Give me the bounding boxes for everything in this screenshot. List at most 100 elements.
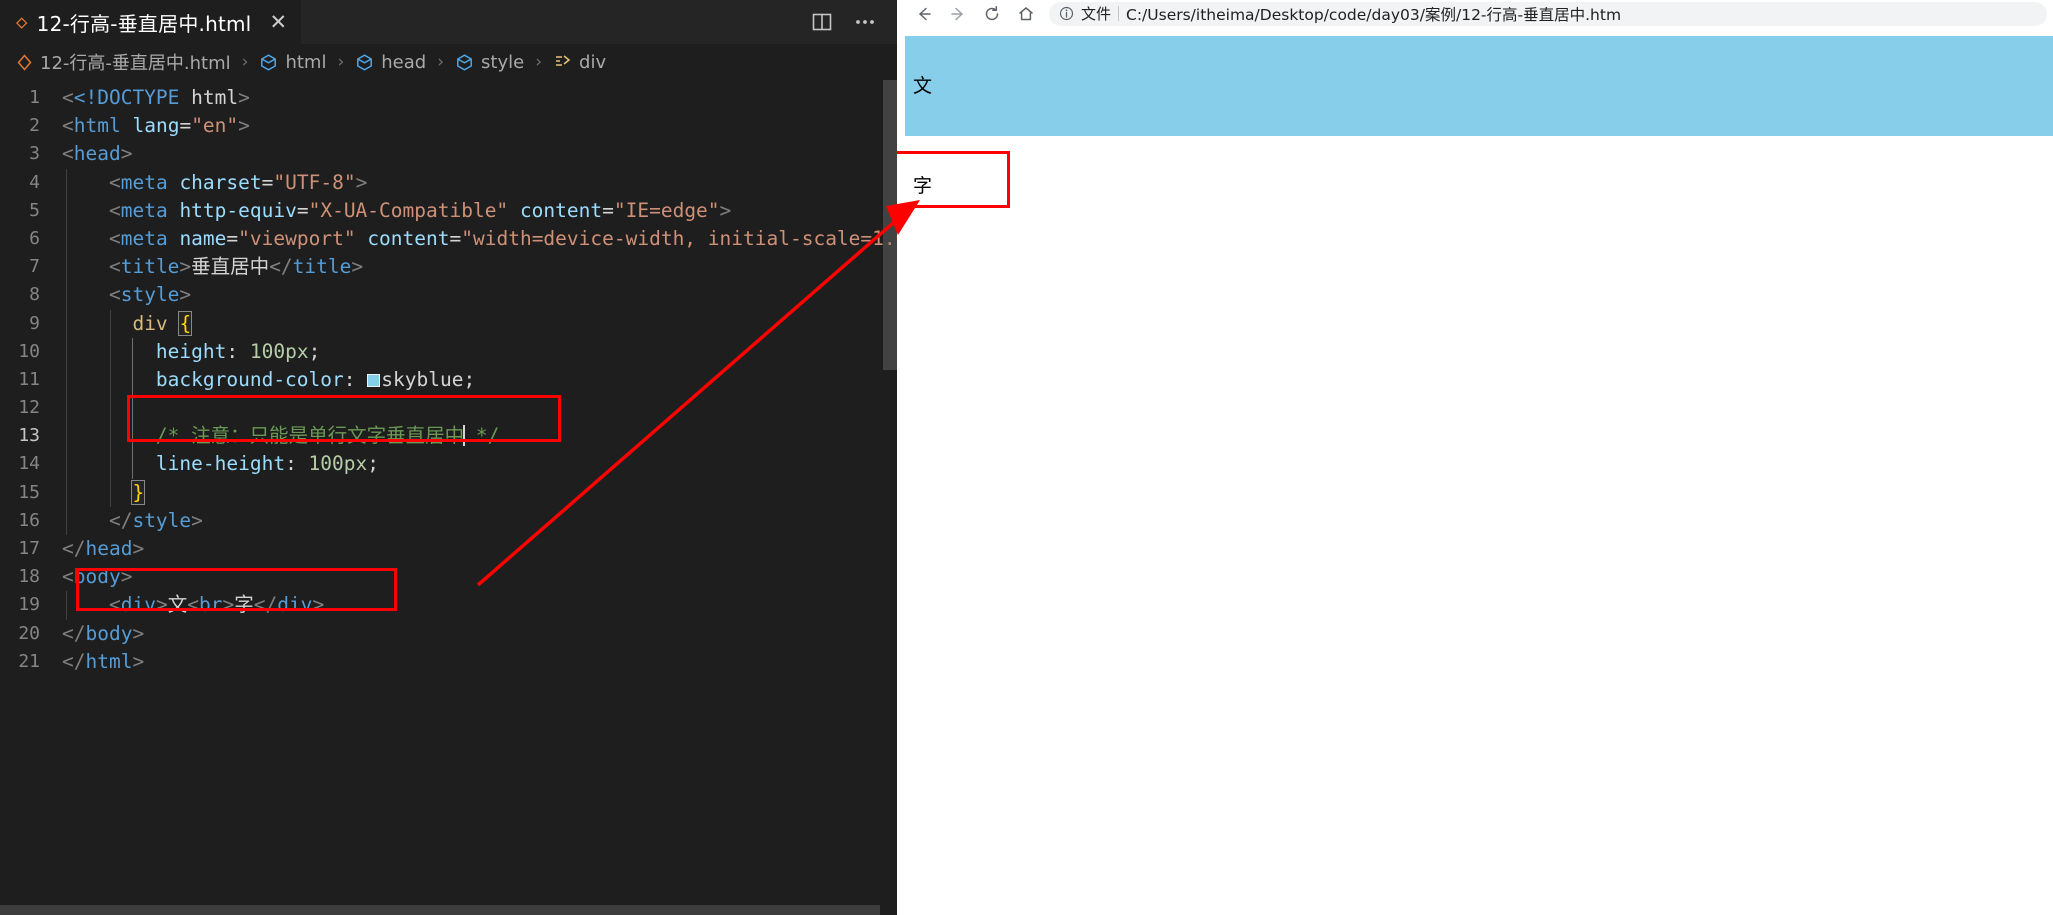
code-line[interactable]: 5 <meta http-equiv="X-UA-Compatible" con… [0, 196, 897, 225]
token-text-zi: 字 [234, 593, 254, 617]
token-tag-meta: meta [120, 226, 168, 250]
code-line[interactable]: 20 </body> [0, 620, 897, 648]
code-line[interactable]: 3 <head> [0, 140, 897, 168]
code-line[interactable]: 10 height: 100px; [0, 337, 897, 366]
line-number: 9 [29, 312, 40, 334]
breadcrumb: 12-行高-垂直居中.html › html › head › style › … [0, 44, 897, 80]
forward-arrow-icon[interactable] [941, 1, 975, 27]
token-value-skyblue: skyblue [381, 367, 464, 391]
line-content: </style> [62, 506, 203, 535]
token-attr-charset: charset [179, 170, 262, 194]
line-content: <meta name="viewport" content="width=dev… [62, 224, 897, 254]
token-prop-line-height: line-height [155, 452, 286, 476]
code-line[interactable]: 16 </style> [0, 506, 897, 535]
token-attr-lang: lang [132, 114, 180, 138]
line-content: </head> [62, 537, 145, 560]
token-comment-tail: */ [475, 424, 500, 448]
line-number: 16 [18, 509, 40, 531]
address-bar[interactable]: 文件 C:/Users/itheima/Desktop/code/day03/案… [1049, 1, 2047, 26]
token-html-word: html [191, 86, 239, 109]
line-content: <style> [62, 281, 191, 310]
rendered-text-second-line: 字 [913, 175, 933, 197]
token-selector-div: div [132, 311, 168, 335]
line-number: 3 [29, 143, 40, 165]
token-value-lang: "en" [191, 114, 239, 138]
code-line[interactable]: 12 [0, 394, 897, 423]
breadcrumb-item-div[interactable]: div [553, 52, 606, 73]
token-value-name: "viewport" [238, 226, 356, 250]
code-line[interactable]: 19 <div>文<br>字</div> [0, 591, 897, 620]
page-content: 文 字 [897, 28, 2053, 915]
color-swatch-skyblue[interactable] [367, 373, 381, 387]
token-tag-meta: meta [120, 170, 168, 194]
line-content: <title>垂直居中</title> [62, 253, 363, 282]
code-line[interactable]: 9 div { [0, 309, 897, 338]
scrollbar-thumb[interactable] [0, 905, 880, 915]
token-attr-httpequiv: http-equiv [179, 198, 297, 222]
line-content: <body> [62, 565, 133, 589]
breadcrumb-item-style[interactable]: style [455, 52, 524, 73]
code-line[interactable]: 14 line-height: 100px; [0, 450, 897, 479]
code-line[interactable]: 18 <body> [0, 563, 897, 591]
breadcrumb-label: head [381, 51, 427, 73]
breadcrumb-item-html[interactable]: html [259, 52, 326, 73]
token-tag-body-close: body [85, 621, 133, 645]
html-file-icon: ◇ [16, 11, 28, 33]
line-content: <<!DOCTYPE html> [62, 86, 250, 109]
line-number: 7 [29, 256, 40, 278]
code-line[interactable]: 17 </head> [0, 535, 897, 563]
breadcrumb-label: 12-行高-垂直居中.html [40, 53, 231, 74]
html-file-icon [16, 53, 33, 71]
line-number: 1 [29, 87, 40, 108]
token-tag-div-close: div [277, 593, 313, 617]
line-number: 20 [18, 622, 40, 644]
code-line[interactable]: 21 </html> [0, 648, 897, 676]
token-tag-title: title [120, 255, 180, 279]
editor-tab-actions [811, 0, 885, 44]
code-lines: 1 <<!DOCTYPE html> 2 <html lang="en"> 3 … [0, 80, 897, 676]
split-editor-icon[interactable] [811, 11, 833, 33]
code-line[interactable]: 1 <<!DOCTYPE html> [0, 84, 897, 112]
code-line[interactable]: 8 <style> [0, 281, 897, 310]
more-actions-icon[interactable] [853, 11, 877, 33]
code-editor[interactable]: 1 <<!DOCTYPE html> 2 <html lang="en"> 3 … [0, 80, 897, 915]
line-number: 21 [18, 650, 40, 672]
chevron-right-icon: › [337, 52, 345, 72]
line-number: 15 [18, 481, 40, 503]
token-value-content-viewport: "width=device-width, initial-scale=1.0" [461, 226, 897, 250]
line-content: </body> [62, 621, 145, 645]
back-arrow-icon[interactable] [907, 1, 941, 27]
close-icon[interactable]: ✕ [269, 12, 287, 33]
code-line[interactable]: 7 <title>垂直居中</title> [0, 253, 897, 282]
line-content: </html> [62, 649, 145, 673]
editor-vertical-scrollbar[interactable] [883, 80, 897, 915]
line-content: background-color: skyblue; [62, 365, 475, 395]
scrollbar-thumb[interactable] [883, 80, 897, 370]
code-line-current[interactable]: 13 /* 注意：只能是单行文字垂直居中 */ [0, 422, 897, 451]
token-value-charset: "UTF-8" [273, 170, 356, 194]
code-line[interactable]: 4 <meta charset="UTF-8"> [0, 168, 897, 197]
line-content: height: 100px; [62, 337, 320, 366]
address-divider [1118, 6, 1120, 21]
line-number: 10 [18, 340, 40, 362]
breadcrumb-item-file[interactable]: 12-行高-垂直居中.html [16, 49, 231, 75]
browser-pane: 文件 C:/Users/itheima/Desktop/code/day03/案… [897, 0, 2053, 915]
reload-icon[interactable] [975, 1, 1009, 27]
screen-root: ◇ 12-行高-垂直居中.html ✕ 12-行高-垂直居中.html › ht… [0, 0, 2053, 915]
code-line[interactable]: 15 } [0, 478, 897, 507]
line-number: 6 [29, 227, 40, 249]
address-scheme-label: 文件 [1081, 5, 1112, 23]
token-brace-close: } [131, 479, 146, 505]
editor-tab-active[interactable]: ◇ 12-行高-垂直居中.html ✕ [0, 0, 302, 44]
editor-horizontal-scrollbar[interactable] [0, 905, 897, 915]
home-icon[interactable] [1009, 1, 1043, 27]
editor-tab-label: 12-行高-垂直居中.html [36, 12, 252, 36]
code-line[interactable]: 2 <html lang="en"> [0, 112, 897, 140]
code-line[interactable]: 11 background-color: skyblue; [0, 365, 897, 395]
code-line[interactable]: 6 <meta name="viewport" content="width=d… [0, 224, 897, 254]
info-circle-icon[interactable] [1059, 6, 1074, 21]
breadcrumb-item-head[interactable]: head [355, 52, 426, 73]
vscode-editor-pane: ◇ 12-行高-垂直居中.html ✕ 12-行高-垂直居中.html › ht… [0, 0, 897, 915]
symbol-html-icon [259, 53, 278, 72]
token-attr-name: name [179, 226, 227, 250]
